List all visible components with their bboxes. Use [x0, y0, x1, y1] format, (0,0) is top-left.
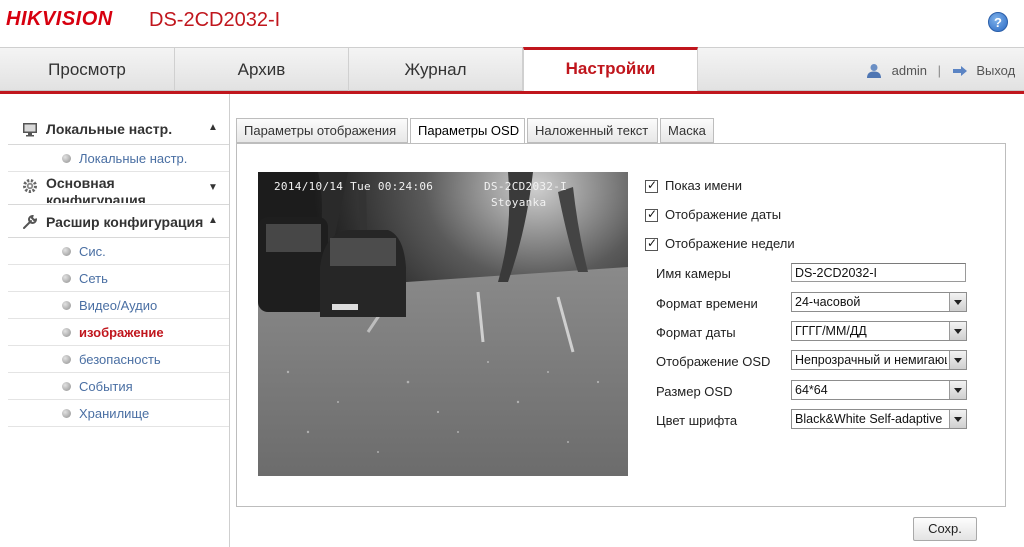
osd-size-label: Размер OSD [656, 384, 733, 399]
camera-name-input[interactable] [791, 263, 966, 282]
show-date-checkbox[interactable] [645, 207, 658, 222]
time-format-value: 24-часовой [795, 295, 861, 309]
user-icon [867, 64, 881, 79]
show-name-label: Показ имени [665, 178, 743, 193]
user-separator: | [937, 63, 942, 79]
font-color-label: Цвет шрифта [656, 413, 738, 428]
sidebar-group-advanced[interactable]: Расшир конфигурация ▲ [8, 205, 229, 238]
bullet-icon [62, 154, 71, 163]
sidebar-item-label: Видео/Аудио [79, 298, 158, 313]
date-format-value: ГГГГ/ММ/ДД [795, 324, 867, 338]
sidebar-divider [229, 94, 230, 547]
sidebar-item-events[interactable]: События [8, 373, 229, 400]
sidebar-item-local-settings[interactable]: Локальные настр. [8, 145, 229, 172]
bullet-icon [62, 274, 71, 283]
brand-logo: HIKVISION [6, 8, 113, 30]
sidebar-item-label: Локальные настр. [79, 151, 188, 166]
sidebar-item-network[interactable]: Сеть [8, 265, 229, 292]
tab-display-settings[interactable]: Параметры отображения [236, 118, 408, 143]
osd-size-select[interactable]: 64*64 [791, 380, 967, 400]
app-header: HIKVISION DS-2CD2032-I ? [0, 0, 1024, 44]
help-icon[interactable]: ? [988, 12, 1008, 32]
chevron-down-icon [949, 381, 966, 399]
tab-playback[interactable]: Архив [175, 48, 349, 91]
sidebar-item-system[interactable]: Сис. [8, 238, 229, 265]
sidebar-group-title: Расшир конфигурация [46, 214, 204, 230]
tab-live-view[interactable]: Просмотр [0, 48, 175, 91]
show-date-label: Отображение даты [665, 207, 782, 222]
font-color-value: Black&White Self-adaptive [795, 412, 943, 426]
chevron-down-icon: ▼ [208, 182, 218, 193]
osd-display-select[interactable]: Непрозрачный и немигающий [791, 350, 967, 370]
camera-name-label: Имя камеры [656, 266, 731, 281]
sidebar-item-label: Хранилище [79, 406, 150, 421]
monitor-icon [23, 123, 37, 137]
osd-text-overlay: Stoyanka [491, 196, 547, 209]
bullet-icon [62, 328, 71, 337]
device-model: DS-2CD2032-I [149, 9, 281, 31]
tab-osd-settings[interactable]: Параметры OSD [410, 118, 525, 144]
chevron-down-icon [949, 293, 966, 311]
nav-underline [0, 91, 1024, 94]
sidebar-group-title: Локальные настр. [46, 121, 173, 137]
tab-privacy-mask[interactable]: Маска [660, 118, 714, 143]
osd-camera-name: DS-2CD2032-I [484, 180, 568, 193]
osd-datetime: 2014/10/14 Tue 00:24:06 [274, 180, 434, 193]
bullet-icon [62, 409, 71, 418]
wrench-icon [23, 214, 38, 229]
chevron-up-icon: ▲ [208, 122, 218, 133]
font-color-select[interactable]: Black&White Self-adaptive [791, 409, 967, 429]
logout-link[interactable]: Выход [976, 63, 1015, 78]
tab-configuration[interactable]: Настройки [523, 47, 698, 91]
bullet-icon [62, 355, 71, 364]
sidebar-group-basic[interactable]: Основная конфигурация ▼ [8, 172, 229, 205]
osd-display-value: Непрозрачный и немигающий [795, 353, 947, 367]
time-format-select[interactable]: 24-часовой [791, 292, 967, 312]
main-nav: Просмотр Архив Журнал Настройки admin | … [0, 47, 1024, 91]
show-week-label: Отображение недели [665, 236, 795, 251]
video-preview[interactable]: 2014/10/14 Tue 00:24:06 DS-2CD2032-I Sto… [258, 172, 628, 476]
sidebar-item-label: безопасность [79, 352, 161, 367]
bullet-icon [62, 301, 71, 310]
bullet-icon [62, 382, 71, 391]
sidebar: Локальные настр. ▲ Локальные настр. Осно… [8, 112, 229, 427]
sidebar-item-label: Сеть [79, 271, 108, 286]
save-button[interactable]: Сохр. [913, 517, 977, 541]
camera-scene-image [258, 172, 628, 476]
osd-size-value: 64*64 [795, 383, 828, 397]
date-format-label: Формат даты [656, 325, 736, 340]
bullet-icon [62, 247, 71, 256]
show-week-checkbox[interactable] [645, 236, 658, 251]
sidebar-item-image[interactable]: изображение [8, 319, 229, 346]
user-area: admin | Выход [866, 62, 1015, 79]
sidebar-item-label: изображение [79, 325, 164, 340]
sidebar-item-label: События [79, 379, 133, 394]
sidebar-item-storage[interactable]: Хранилище [8, 400, 229, 427]
chevron-up-icon: ▲ [208, 215, 218, 226]
chevron-down-icon [949, 322, 966, 340]
username[interactable]: admin [892, 63, 927, 78]
sidebar-group-local[interactable]: Локальные настр. ▲ [8, 112, 229, 145]
sidebar-item-security[interactable]: безопасность [8, 346, 229, 373]
show-name-checkbox[interactable] [645, 178, 658, 193]
sidebar-item-video-audio[interactable]: Видео/Аудио [8, 292, 229, 319]
chevron-down-icon [949, 351, 966, 369]
osd-display-label: Отображение OSD [656, 354, 771, 369]
tab-log[interactable]: Журнал [349, 48, 523, 91]
tab-text-overlay[interactable]: Наложенный текст [527, 118, 658, 143]
time-format-label: Формат времени [656, 296, 758, 311]
sidebar-group-title: Основная конфигурация [46, 175, 146, 203]
gear-icon [23, 179, 37, 193]
chevron-down-icon [949, 410, 966, 428]
sidebar-item-label: Сис. [79, 244, 106, 259]
date-format-select[interactable]: ГГГГ/ММ/ДД [791, 321, 967, 341]
logout-icon [952, 65, 967, 76]
